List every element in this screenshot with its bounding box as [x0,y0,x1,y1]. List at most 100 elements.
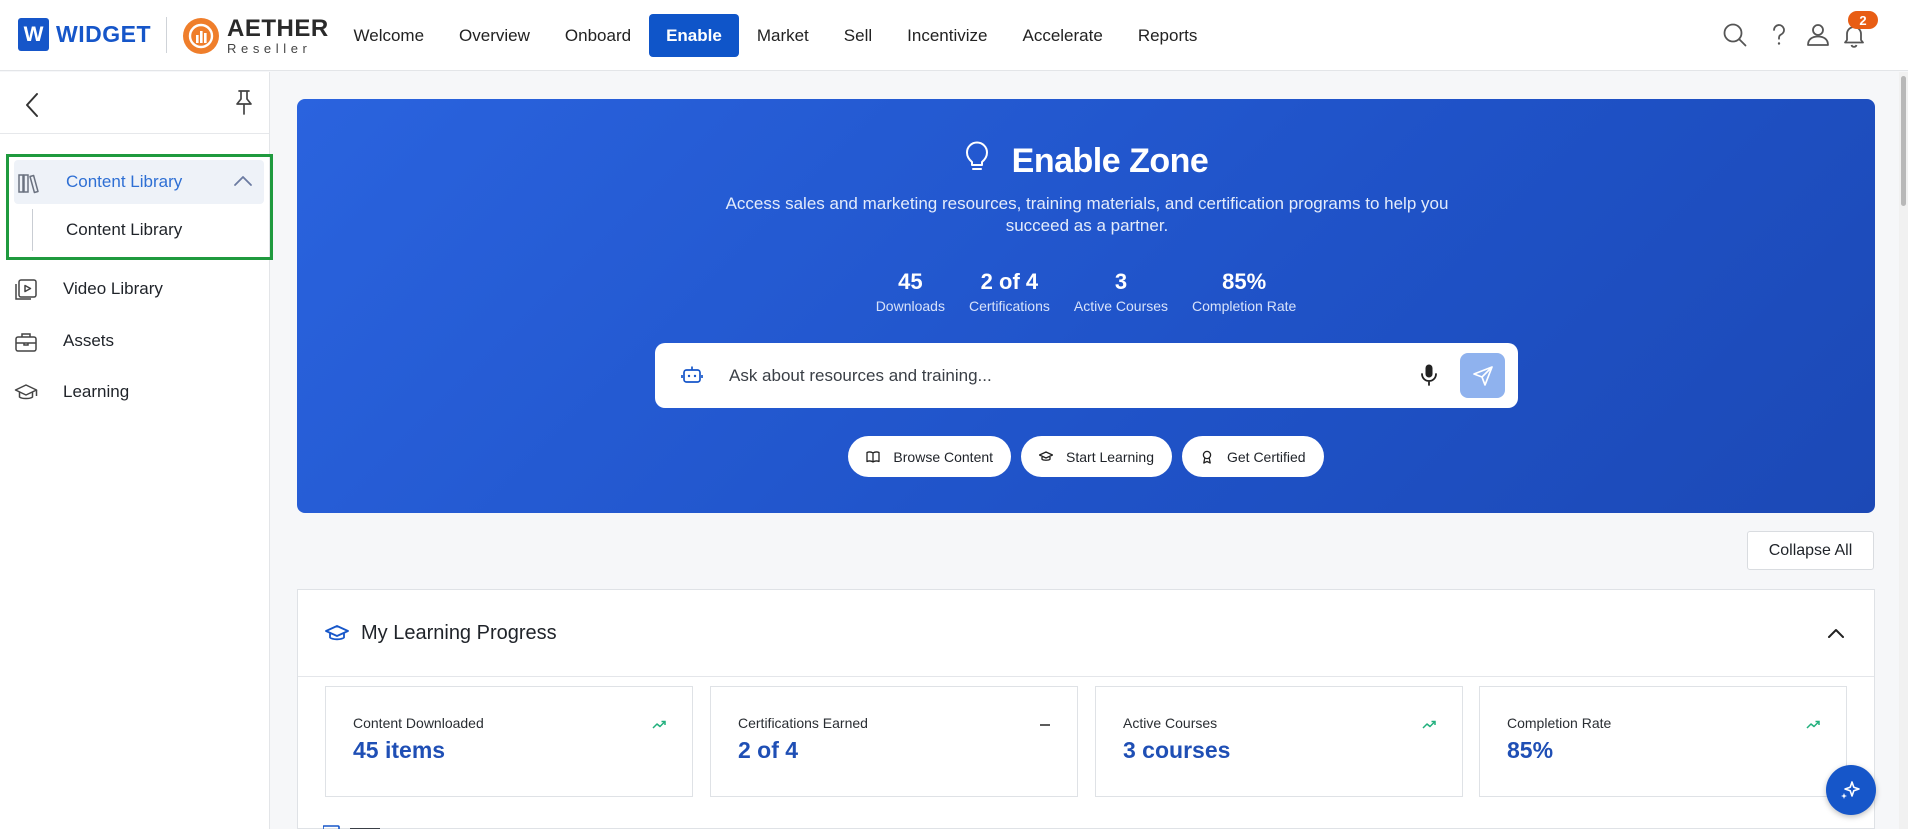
award-icon [1202,450,1212,464]
briefcase-icon [14,330,38,354]
panel-header[interactable]: My Learning Progress [298,590,1874,677]
top-navigation-bar: W WIDGET AETHER Reseller Welcome Overvie… [0,0,1908,71]
aether-logo-name: AETHER [227,15,329,42]
widget-logo-mark: W [18,18,49,51]
nav-market[interactable]: Market [739,14,826,57]
pin-icon[interactable] [232,88,256,121]
stat-value: 2 of 4 [980,269,1039,294]
next-section-header-peek [322,821,383,829]
card-value: 2 of 4 [738,737,799,763]
lightbulb-icon [964,141,990,182]
sidebar-item-video-library[interactable]: Video Library [0,267,269,311]
get-certified-button[interactable]: Get Certified [1181,436,1324,477]
ask-resources-input[interactable] [729,356,1389,396]
stat-label: Active Courses [1073,298,1169,314]
aether-logo-subtitle: Reseller [227,41,312,56]
nav-onboard[interactable]: Onboard [547,14,648,57]
nav-accelerate[interactable]: Accelerate [1005,14,1120,57]
main-nav: Welcome Overview Onboard Enable Market S… [336,14,1215,57]
graduation-cap-icon [1039,450,1054,461]
collapse-all-button[interactable]: Collapse All [1747,531,1874,570]
chip-label: Browse Content [893,448,994,465]
card-value: 3 courses [1123,737,1231,763]
video-library-icon [14,278,38,302]
trend-flat-icon [1039,717,1051,735]
hero-stats: 45 Downloads 2 of 4 Certifications 3 Act… [297,269,1875,314]
book-open-icon [866,450,881,463]
stat-card-content-downloaded: Content Downloaded 45 items [325,686,693,797]
stat-card-active-courses: Active Courses 3 courses [1095,686,1463,797]
nav-reports[interactable]: Reports [1120,14,1215,57]
sparkles-icon [1841,781,1860,799]
sidebar-item-label: Learning [63,382,130,401]
scrollbar-thumb[interactable] [1901,76,1906,206]
nav-enable[interactable]: Enable [648,14,740,57]
stat-certifications: 2 of 4 Certifications [969,269,1050,314]
stat-value: 45 [898,269,923,294]
aether-reseller-logo[interactable]: AETHER Reseller [183,17,329,55]
graduation-cap-icon [325,624,349,649]
card-label: Completion Rate [1507,715,1612,731]
trending-up-icon [652,717,666,735]
nav-incentivize[interactable]: Incentivize [890,14,1005,57]
stat-completion-rate: 85% Completion Rate [1192,269,1296,314]
stat-label: Certifications [968,298,1050,314]
search-icon[interactable] [1722,22,1748,48]
help-icon[interactable] [1766,22,1792,48]
aether-logo-mark-icon [183,18,219,54]
sidebar-item-assets[interactable]: Assets [0,319,269,363]
logo-divider [166,17,167,53]
graduation-cap-icon [14,381,38,405]
stat-active-courses: 3 Active Courses [1074,269,1168,314]
stat-value: 3 [1114,269,1128,294]
sidebar-subitem-label: Content Library [66,220,183,239]
page-scrollbar[interactable] [1899,72,1908,829]
my-learning-progress-panel: My Learning Progress Content Downloaded … [297,589,1875,829]
hero-quick-actions: Browse Content Start Learning Get Certif… [297,436,1875,477]
start-learning-button[interactable]: Start Learning [1021,436,1172,477]
stat-card-certifications-earned: Certifications Earned 2 of 4 [710,686,1078,797]
collapse-sidebar-chevron-left-icon[interactable] [24,92,40,123]
sidebar-subitem-content-library[interactable]: Content Library [3,208,272,252]
send-button[interactable] [1460,353,1505,398]
bot-icon [681,364,703,391]
chip-label: Start Learning [1066,448,1154,465]
ai-assistant-button[interactable] [1826,765,1876,815]
sidebar-item-learning[interactable]: Learning [0,370,269,414]
hero-description: Access sales and marketing resources, tr… [725,194,1449,235]
card-label: Certifications Earned [738,715,868,731]
card-label: Content Downloaded [353,715,484,731]
enable-zone-hero: Enable Zone Access sales and marketing r… [297,99,1875,513]
user-profile-icon[interactable] [1805,22,1831,48]
sidebar-item-content-library[interactable]: Content Library [3,160,272,204]
stat-label: Downloads [875,298,945,314]
library-books-icon [17,171,41,195]
nav-sell[interactable]: Sell [826,14,889,57]
widget-logo-text: WIDGET [56,21,151,47]
stat-value: 85% [1222,269,1267,294]
widget-logo[interactable]: W WIDGET [18,18,151,51]
sidebar-item-label: Content Library [66,172,183,191]
send-icon [1472,365,1493,386]
sidebar-group-content-library: Content Library Content Library [6,154,273,260]
hero-title: Enable Zone [297,141,1875,182]
ai-ask-bar [655,343,1518,408]
chevron-up-icon[interactable] [233,174,253,193]
microphone-icon[interactable] [1420,363,1438,392]
chip-label: Get Certified [1226,448,1306,465]
stat-label: Completion Rate [1192,298,1297,314]
sidebar-item-label: Video Library [63,279,163,298]
panel-title: My Learning Progress [361,622,557,644]
trending-up-icon [1806,717,1820,735]
notification-count-badge: 2 [1848,11,1878,29]
hero-title-text: Enable Zone [1011,142,1209,180]
stat-card-completion-rate: Completion Rate 85% [1479,686,1847,797]
card-value: 85% [1507,737,1554,763]
stat-downloads: 45 Downloads [876,269,945,314]
chevron-up-icon[interactable] [1827,626,1845,645]
browse-content-button[interactable]: Browse Content [848,436,1012,477]
nav-overview[interactable]: Overview [442,14,548,57]
nav-welcome[interactable]: Welcome [336,14,442,57]
sidebar-item-label: Assets [63,331,115,350]
sidebar: Content Library Content Library Video Li… [0,72,273,829]
